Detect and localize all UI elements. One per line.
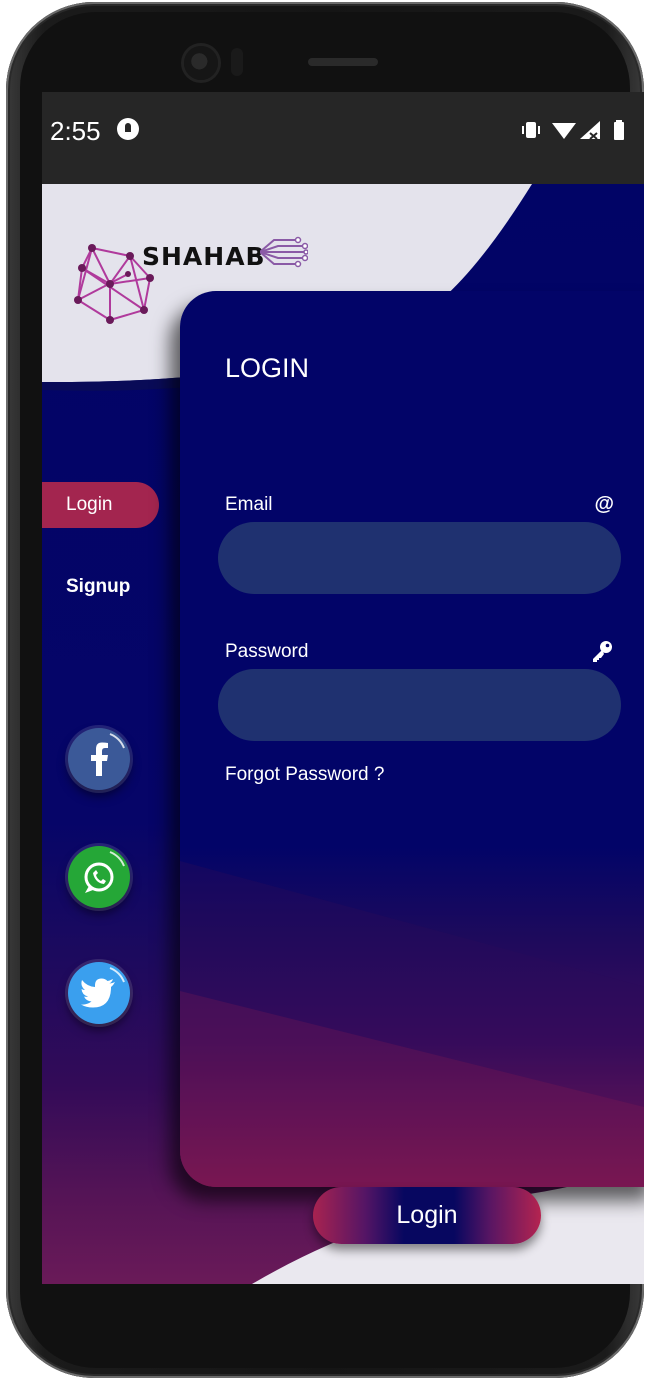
earpiece-speaker [308, 58, 378, 66]
side-nav-signup[interactable]: Signup [66, 576, 130, 598]
sensor [231, 48, 243, 76]
key-icon [593, 641, 612, 662]
status-bar: 2:55 [42, 92, 644, 184]
side-nav-login[interactable]: Login [42, 482, 159, 528]
forgot-password-link[interactable]: Forgot Password ? [225, 764, 384, 786]
status-time: 2:55 [50, 116, 101, 146]
wifi-icon [552, 123, 576, 139]
vibrate-icon [522, 122, 540, 138]
whatsapp-icon [84, 851, 125, 893]
app-content: SHAHAB Login Signup LOGIN Email @ Passwo… [42, 184, 644, 1284]
facebook-button[interactable] [68, 728, 130, 790]
facebook-icon [91, 733, 125, 776]
app-notification-icon [117, 118, 139, 140]
status-icons [522, 120, 624, 140]
twitter-button[interactable] [68, 962, 130, 1024]
login-button[interactable]: Login [313, 1187, 541, 1244]
battery-icon [614, 120, 624, 140]
whatsapp-button[interactable] [68, 846, 130, 908]
front-camera [184, 46, 218, 80]
phone-frame: 2:55 SHAHAB Login Signup LOGIN Email @ P… [6, 2, 644, 1378]
login-title: LOGIN [225, 353, 310, 383]
email-label: Email [225, 494, 273, 515]
circuit-lines-icon [260, 236, 308, 268]
login-card: LOGIN Email @ Password Forgot Password ? [180, 291, 644, 1187]
brand-name: SHAHAB [142, 242, 266, 271]
at-sign-icon: @ [594, 493, 614, 515]
screen: 2:55 SHAHAB Login Signup LOGIN Email @ P… [42, 92, 644, 1284]
email-input[interactable] [218, 522, 621, 594]
twitter-icon [81, 967, 125, 1008]
signal-icon [580, 121, 600, 140]
password-label: Password [225, 641, 309, 662]
password-input[interactable] [218, 669, 621, 741]
